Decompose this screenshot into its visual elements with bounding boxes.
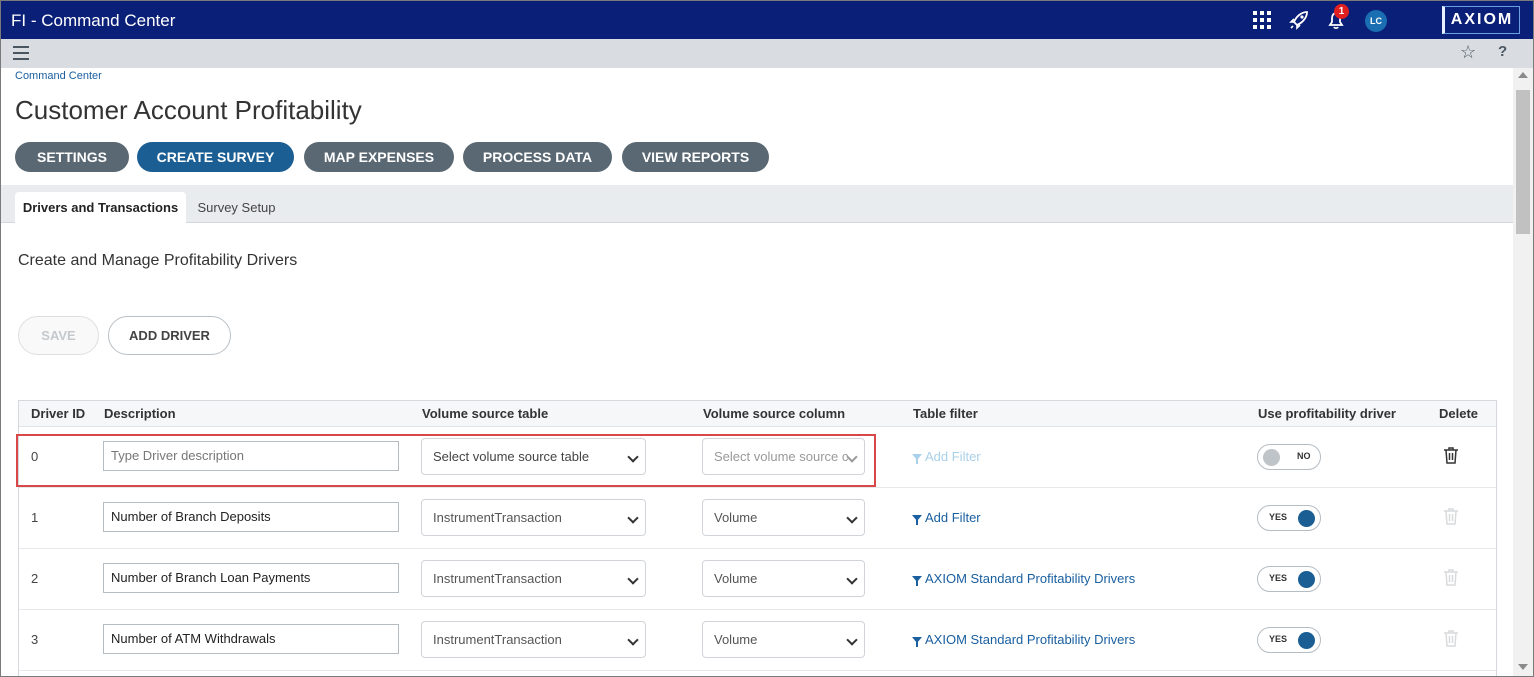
rocket-icon[interactable] xyxy=(1288,9,1310,31)
trash-icon xyxy=(1444,569,1458,586)
chevron-down-icon xyxy=(627,634,639,646)
notification-badge: 1 xyxy=(1334,4,1349,19)
description-input[interactable]: Number of ATM Withdrawals xyxy=(103,624,399,654)
favorite-star-icon[interactable]: ☆ xyxy=(1460,42,1476,63)
add-filter-link[interactable]: Add Filter xyxy=(912,449,981,464)
hamburger-menu-icon[interactable] xyxy=(13,46,29,60)
toggle-knob xyxy=(1298,510,1315,527)
scrollbar-thumb[interactable] xyxy=(1516,90,1530,234)
tab-drivers-and-transactions[interactable]: Drivers and Transactions xyxy=(15,192,186,223)
apps-grid-icon[interactable] xyxy=(1251,9,1273,31)
chevron-down-icon xyxy=(846,573,858,585)
scroll-down-arrow-icon[interactable] xyxy=(1518,664,1528,670)
breadcrumb-command-center[interactable]: Command Center xyxy=(15,70,102,82)
use-driver-toggle[interactable]: YES xyxy=(1257,627,1321,653)
select-value: Volume xyxy=(714,510,758,525)
toggle-label: YES xyxy=(1269,634,1288,644)
header-description: Description xyxy=(104,406,176,421)
header-use-profitability-driver: Use profitability driver xyxy=(1258,406,1396,421)
section-title: Create and Manage Profitability Drivers xyxy=(18,252,298,269)
sub-toolbar: ☆ ? xyxy=(1,39,1533,68)
filter-icon xyxy=(912,637,922,647)
chevron-down-icon xyxy=(627,512,639,524)
tab-survey-setup[interactable]: Survey Setup xyxy=(189,192,284,223)
map-expenses-button[interactable]: MAP EXPENSES xyxy=(304,142,454,172)
view-reports-button[interactable]: VIEW REPORTS xyxy=(622,142,769,172)
driver-id: 2 xyxy=(31,571,39,586)
create-survey-button[interactable]: CREATE SURVEY xyxy=(137,142,294,172)
title-bar: FI - Command Center 1 LC AXIOM xyxy=(1,1,1533,39)
driver-id: 3 xyxy=(31,632,39,647)
header-driver-id: Driver ID xyxy=(31,406,86,421)
trash-icon[interactable] xyxy=(1443,446,1459,464)
use-driver-toggle[interactable]: NO xyxy=(1257,444,1321,470)
filter-link[interactable]: AXIOM Standard Profitability Drivers xyxy=(912,632,1135,647)
app-title: FI - Command Center xyxy=(11,11,176,30)
page-title: Customer Account Profitability xyxy=(15,95,362,125)
table-row: 2 Number of Branch Loan Payments Instrum… xyxy=(19,549,1496,610)
scroll-up-arrow-icon[interactable] xyxy=(1518,72,1528,78)
add-filter-link[interactable]: Add Filter xyxy=(912,510,981,525)
add-driver-button[interactable]: ADD DRIVER xyxy=(108,316,231,355)
chevron-down-icon xyxy=(627,573,639,585)
toggle-label: NO xyxy=(1297,451,1311,461)
toggle-knob xyxy=(1298,571,1315,588)
trash-icon xyxy=(1444,508,1458,525)
table-row: 1 Number of Branch Deposits InstrumentTr… xyxy=(19,488,1496,549)
filter-link[interactable]: AXIOM Standard Profitability Drivers xyxy=(912,571,1135,586)
highlight-box xyxy=(16,434,876,487)
select-value: InstrumentTransaction xyxy=(433,632,562,647)
select-value: InstrumentTransaction xyxy=(433,571,562,586)
toggle-knob xyxy=(1263,449,1280,466)
vertical-scrollbar[interactable] xyxy=(1513,68,1533,676)
filter-icon xyxy=(912,515,922,525)
filter-icon xyxy=(912,576,922,586)
trash-icon xyxy=(1444,630,1458,647)
process-data-button[interactable]: PROCESS DATA xyxy=(463,142,612,172)
tab-strip: Drivers and Transactions Survey Setup xyxy=(1,185,1513,223)
filter-label: AXIOM Standard Profitability Drivers xyxy=(925,571,1136,586)
filter-icon xyxy=(912,454,922,464)
filter-label: Add Filter xyxy=(925,449,981,464)
description-input[interactable]: Number of Branch Deposits xyxy=(103,502,399,532)
settings-button[interactable]: SETTINGS xyxy=(15,142,129,172)
description-input[interactable]: Number of Branch Loan Payments xyxy=(103,563,399,593)
volume-source-table-select[interactable]: InstrumentTransaction xyxy=(421,621,646,658)
volume-source-table-select[interactable]: InstrumentTransaction xyxy=(421,560,646,597)
table-row: 3 Number of ATM Withdrawals InstrumentTr… xyxy=(19,610,1496,671)
select-value: Volume xyxy=(714,632,758,647)
header-delete: Delete xyxy=(1439,406,1479,421)
volume-source-table-select[interactable]: InstrumentTransaction xyxy=(421,499,646,536)
chevron-down-icon xyxy=(846,512,858,524)
header-table-filter: Table filter xyxy=(913,406,978,421)
use-driver-toggle[interactable]: YES xyxy=(1257,505,1321,531)
avatar[interactable]: LC xyxy=(1365,10,1387,32)
toggle-label: YES xyxy=(1269,512,1288,522)
axiom-logo: AXIOM xyxy=(1442,6,1520,34)
select-value: Volume xyxy=(714,571,758,586)
volume-source-column-select[interactable]: Volume xyxy=(702,560,865,597)
use-driver-toggle[interactable]: YES xyxy=(1257,566,1321,592)
select-value: InstrumentTransaction xyxy=(433,510,562,525)
chevron-down-icon xyxy=(846,634,858,646)
toggle-knob xyxy=(1298,632,1315,649)
driver-id: 1 xyxy=(31,510,39,525)
save-button[interactable]: SAVE xyxy=(18,316,99,355)
volume-source-column-select[interactable]: Volume xyxy=(702,621,865,658)
header-volume-source-table: Volume source table xyxy=(422,406,549,421)
app-window: FI - Command Center 1 LC AXIOM ☆ ? Comma… xyxy=(0,0,1534,677)
header-volume-source-column: Volume source column xyxy=(703,406,846,421)
volume-source-column-select[interactable]: Volume xyxy=(702,499,865,536)
filter-label: AXIOM Standard Profitability Drivers xyxy=(925,632,1136,647)
toggle-label: YES xyxy=(1269,573,1288,583)
table-header: Driver ID Description Volume source tabl… xyxy=(19,401,1496,427)
help-icon[interactable]: ? xyxy=(1498,43,1507,60)
filter-label: Add Filter xyxy=(925,510,981,525)
